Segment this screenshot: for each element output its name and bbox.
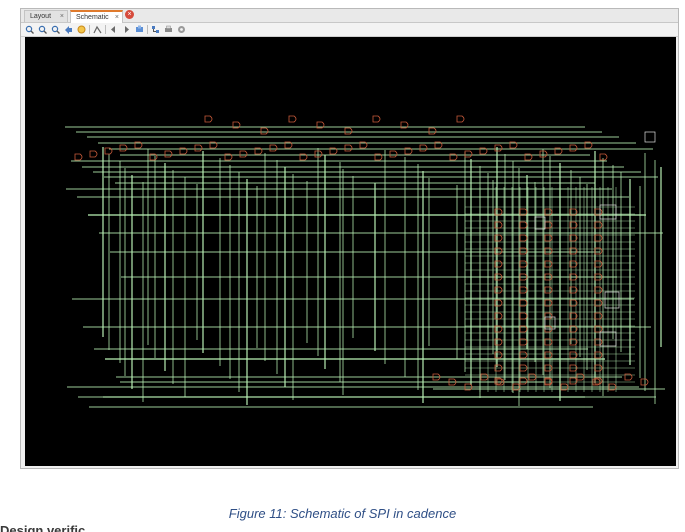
logic-gate[interactable] (204, 115, 213, 123)
schematic-canvas[interactable] (25, 37, 676, 466)
figure-caption: Figure 11: Schematic of SPI in cadence (228, 506, 457, 521)
logic-gate[interactable] (104, 147, 113, 155)
flip-flop-cell[interactable] (644, 131, 656, 143)
logic-gate[interactable] (544, 286, 553, 294)
logic-gate[interactable] (519, 221, 528, 229)
logic-gate[interactable] (544, 221, 553, 229)
regenerate-icon[interactable] (135, 24, 144, 34)
logic-gate[interactable] (569, 144, 578, 152)
logic-gate[interactable] (389, 150, 398, 158)
flip-flop-cell[interactable] (604, 291, 620, 309)
logic-gate[interactable] (519, 351, 528, 359)
logic-gate[interactable] (344, 144, 353, 152)
logic-gate[interactable] (544, 312, 553, 320)
logic-gate[interactable] (519, 312, 528, 320)
logic-gate[interactable] (314, 150, 323, 158)
logic-gate[interactable] (372, 115, 381, 123)
logic-gate[interactable] (74, 153, 83, 161)
highlight-icon[interactable] (77, 24, 86, 34)
tab-label: Schematic (76, 14, 109, 21)
logic-gate[interactable] (539, 150, 548, 158)
logic-gate[interactable] (164, 150, 173, 158)
logic-gate[interactable] (594, 351, 603, 359)
logic-gate[interactable] (544, 234, 553, 242)
tab-label: Layout (30, 13, 52, 20)
tab-bar: Layout × Schematic × × (21, 9, 678, 23)
schematic-drawing (65, 115, 665, 408)
logic-gate[interactable] (464, 150, 473, 158)
logic-gate[interactable] (519, 286, 528, 294)
logic-gate[interactable] (640, 378, 649, 386)
logic-gate[interactable] (194, 144, 203, 152)
logic-gate[interactable] (344, 127, 353, 135)
logic-gate[interactable] (89, 150, 98, 158)
logic-gate[interactable] (519, 377, 528, 385)
next-icon[interactable] (122, 24, 131, 34)
route-icon[interactable] (93, 24, 102, 34)
zoom-out-icon[interactable] (38, 24, 47, 34)
tab-layout[interactable]: Layout × (24, 10, 68, 22)
logic-gate[interactable] (288, 115, 297, 123)
logic-gate[interactable] (544, 260, 553, 268)
toolbar-separator (147, 25, 148, 34)
logic-gate[interactable] (494, 144, 503, 152)
logic-gate[interactable] (594, 234, 603, 242)
zoom-fit-icon[interactable] (51, 24, 60, 34)
logic-gate[interactable] (594, 312, 603, 320)
schematic-viewer-window: Layout × Schematic × × (20, 8, 679, 469)
previous-icon[interactable] (109, 24, 118, 34)
logic-gate[interactable] (544, 351, 553, 359)
logic-gate[interactable] (239, 150, 248, 158)
print-icon[interactable] (164, 24, 173, 34)
logic-gate[interactable] (456, 115, 465, 123)
logic-gate[interactable] (428, 127, 437, 135)
toolbar-separator (105, 25, 106, 34)
logic-gate[interactable] (599, 153, 608, 161)
logic-gate[interactable] (594, 260, 603, 268)
toolbar (21, 23, 678, 37)
logic-gate[interactable] (119, 144, 128, 152)
partial-heading: Design verific (0, 524, 86, 532)
flip-flop-cell[interactable] (534, 216, 546, 230)
settings-icon[interactable] (177, 24, 186, 34)
logic-gate[interactable] (269, 144, 278, 152)
logic-gate[interactable] (419, 144, 428, 152)
logic-gate[interactable] (519, 234, 528, 242)
tab-schematic[interactable]: Schematic × (70, 10, 123, 23)
logic-gate[interactable] (594, 286, 603, 294)
tab-close-icon[interactable]: × (60, 11, 64, 23)
zoom-back-icon[interactable] (64, 24, 73, 34)
logic-gate[interactable] (260, 127, 269, 135)
close-all-icon[interactable]: × (125, 10, 134, 19)
hierarchy-icon[interactable] (151, 24, 160, 34)
logic-gate[interactable] (519, 260, 528, 268)
logic-gate[interactable] (594, 221, 603, 229)
toolbar-separator (89, 25, 90, 34)
zoom-in-icon[interactable] (25, 24, 34, 34)
